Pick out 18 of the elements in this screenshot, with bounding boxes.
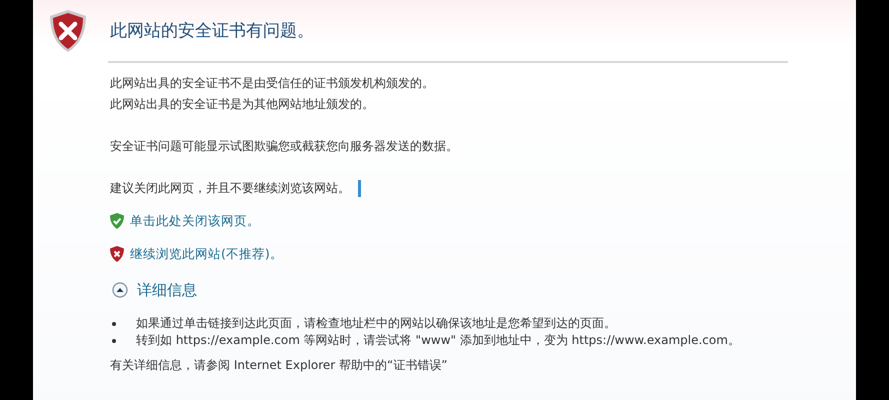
warning-text: 安全证书问题可能显示试图欺骗您或截获您向服务器发送的数据。 [110,138,459,155]
problem-text: 此网站出具的安全证书不是由受信任的证书颁发机构颁发的。 [110,75,435,92]
action-link[interactable]: 继续浏览此网站(不推荐)。 [130,246,283,262]
recommendation-text: 建议关闭此网页，并且不要继续浏览该网站。 [110,180,350,197]
problem-text: 此网站出具的安全证书是为其他网站地址颁发的。 [110,96,375,113]
shield-check-icon [110,213,124,229]
text-cursor [358,180,361,197]
bullet-dot [112,339,116,343]
collapse-icon[interactable] [112,282,128,298]
help-text: 有关详细信息，请参阅 Internet Explorer 帮助中的“证书错误” [110,357,448,374]
page-title: 此网站的安全证书有问题。 [110,20,314,42]
shield-error-icon [48,8,88,52]
action-link[interactable]: 单击此处关闭该网页。 [130,212,260,230]
shield-error-icon [110,246,124,262]
bullet-dot [112,322,116,326]
bullet-text: 转到如 https://example.com 等网站时，请尝试将 "www" 添加到地址中，变为 https://www.example.com。 [136,333,740,347]
bullet-text: 如果通过单击链接到达此页面，请检查地址栏中的网站以确保该地址是您希望到达的页面。 [136,316,616,330]
details-toggle[interactable]: 详细信息 [137,280,197,300]
